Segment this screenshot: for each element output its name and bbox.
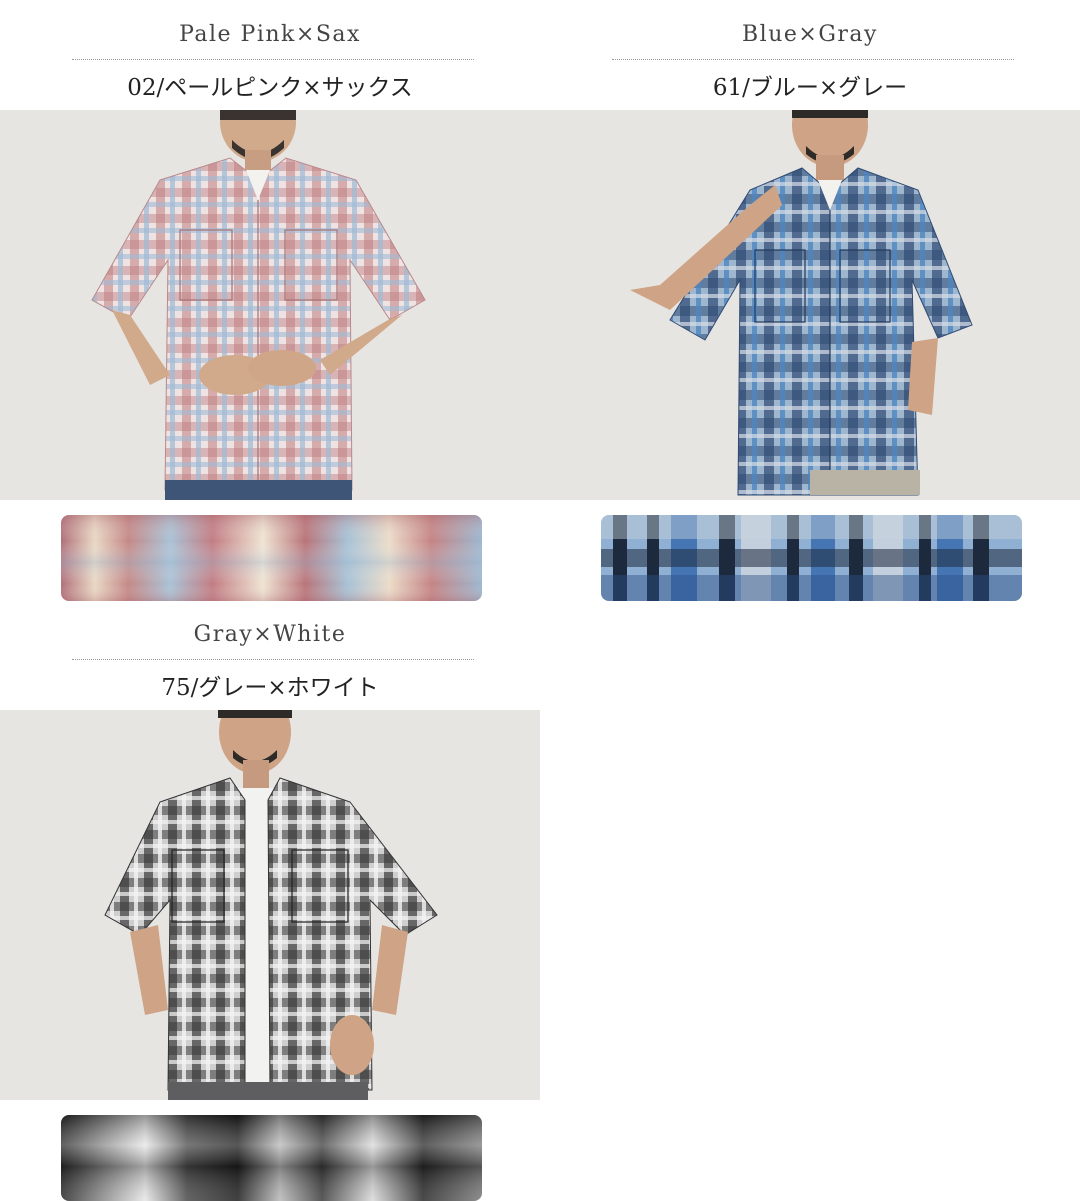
fabric-swatch <box>61 1115 482 1201</box>
variant-pale-pink-sax: Pale Pink×Sax 02/ペールピンク×サックス <box>0 0 540 610</box>
dotted-divider <box>612 59 1014 60</box>
dotted-divider <box>72 59 474 60</box>
variant-gray-white: Gray×White 75/グレー×ホワイト <box>0 600 540 1201</box>
variant-english-name: Blue×Gray <box>742 22 878 47</box>
variant-english-name: Gray×White <box>193 622 347 647</box>
variant-english-name: Pale Pink×Sax <box>179 22 361 47</box>
model-photo <box>0 110 540 500</box>
fabric-swatch <box>61 515 482 601</box>
variant-japanese-name: 02/ペールピンク×サックス <box>127 75 413 101</box>
fabric-swatch <box>601 515 1022 601</box>
model-photo <box>0 710 540 1100</box>
dotted-divider <box>72 659 474 660</box>
variant-japanese-name: 61/ブルー×グレー <box>712 75 908 101</box>
model-photo <box>540 110 1080 500</box>
variant-blue-gray: Blue×Gray 61/ブルー×グレー <box>540 0 1080 610</box>
variant-japanese-name: 75/グレー×ホワイト <box>161 675 379 701</box>
